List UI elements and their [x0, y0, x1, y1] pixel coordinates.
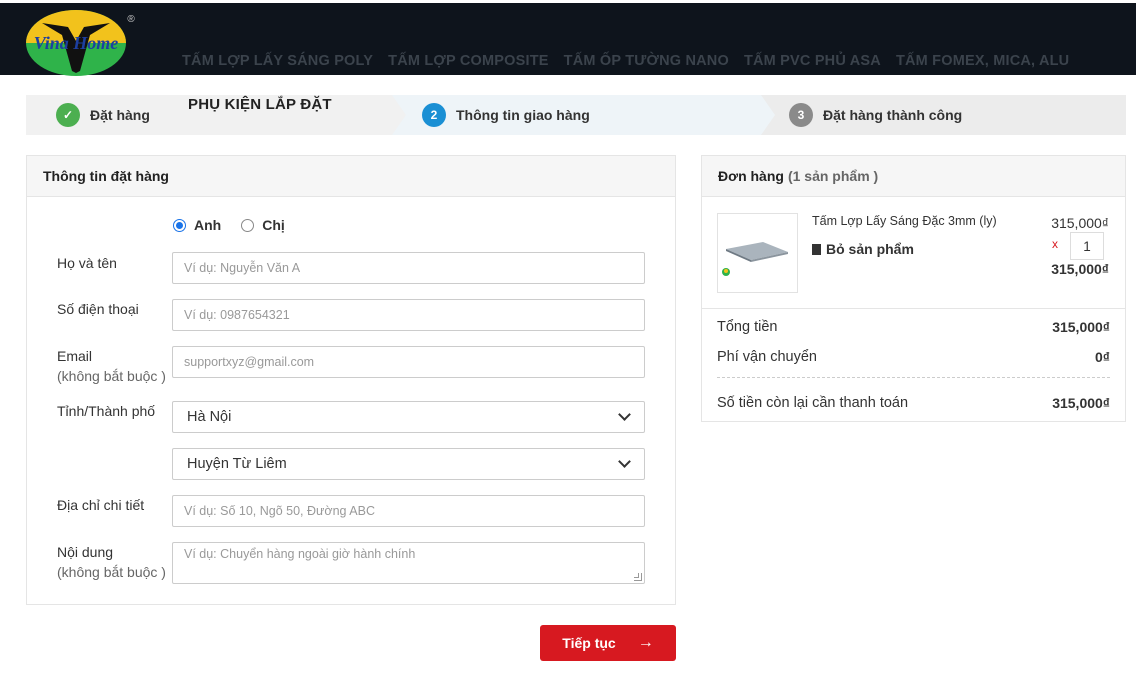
city-select[interactable]: Hà Nội [172, 401, 645, 433]
svg-text:®: ® [127, 14, 135, 25]
remaining-row: Số tiền còn lại cần thanh toán 315,000₫ [717, 395, 1110, 411]
product-image [722, 242, 788, 276]
remove-product-button[interactable]: Bỏ sản phẩm [812, 241, 914, 257]
shipping-label: Phí vận chuyển [717, 349, 817, 365]
dashed-divider [717, 377, 1110, 378]
order-item-count: (1 sản phẩm ) [787, 168, 879, 184]
city-label: Tỉnh/Thành phố [57, 403, 156, 419]
district-select[interactable]: Huyện Từ Liêm [172, 448, 645, 480]
name-input[interactable]: Ví dụ: Nguyễn Văn A [172, 252, 645, 284]
email-label: Email (không bắt buộc ) [57, 346, 166, 386]
address-label: Địa chỉ chi tiết [57, 497, 145, 513]
note-optional-note: (không bắt buộc ) [57, 564, 166, 580]
nav-item-accessories[interactable]: PHỤ KIỆN LẮP ĐẶT [188, 96, 332, 113]
nav-item-poly[interactable]: TẤM LỢP LẤY SÁNG POLY [182, 53, 373, 69]
unit-price: 315,000₫ [1051, 215, 1109, 231]
nav-item-composite[interactable]: TẤM LỢP COMPOSITE [388, 53, 549, 69]
note-label: Nội dung (không bắt buộc ) [57, 542, 166, 582]
summary-divider [702, 308, 1125, 309]
subtotal-row: Tổng tiền 315,000₫ [717, 319, 1110, 335]
step-shipping-label: Thông tin giao hàng [456, 107, 590, 123]
chevron-down-icon [618, 408, 631, 421]
step-order-label: Đặt hàng [90, 107, 150, 123]
continue-button[interactable]: Tiếp tục → [540, 625, 676, 661]
gender-radio-anh[interactable] [173, 218, 186, 232]
district-select-value: Huyện Từ Liêm [187, 456, 287, 472]
chevron-down-icon [618, 455, 631, 468]
continue-label: Tiếp tục [562, 635, 616, 651]
gender-radio-chi[interactable] [241, 218, 255, 232]
step-number-badge: 2 [422, 103, 446, 127]
svg-text:Vina Home: Vina Home [34, 33, 119, 53]
step-number-badge: 3 [789, 103, 813, 127]
nav-item-fomex[interactable]: TẤM FOMEX, MICA, ALU [896, 53, 1069, 69]
step-success: 3 Đặt hàng thành công [761, 95, 1126, 135]
step-success-label: Đặt hàng thành công [823, 107, 963, 123]
order-title-text: Đơn hàng [718, 168, 784, 184]
phone-input[interactable]: Ví dụ: 0987654321 [172, 299, 645, 331]
order-summary: Đơn hàng (1 sản phẩm ) Tấm Lợp Lấy Sáng … [701, 155, 1126, 422]
nav-item-pvc[interactable]: TẤM PVC PHỦ ASA [744, 53, 881, 69]
remove-product-label: Bỏ sản phẩm [826, 241, 914, 257]
step-shipping-info: 2 Thông tin giao hàng [392, 95, 792, 135]
note-textarea[interactable]: Ví dụ: Chuyển hàng ngoài giờ hành chính [172, 542, 645, 584]
main-nav: TẤM LỢP LẤY SÁNG POLY TẤM LỢP COMPOSITE … [182, 53, 1084, 69]
form-title: Thông tin đặt hàng [27, 156, 675, 197]
gender-label-chi: Chị [262, 217, 285, 233]
header-bar: Vina Home ® TẤM LỢP LẤY SÁNG POLY TẤM LỢ… [0, 3, 1136, 77]
name-label: Họ và tên [57, 255, 117, 271]
resize-handle-icon[interactable] [634, 573, 642, 581]
subtotal-value: 315,000₫ [1052, 319, 1110, 335]
shipping-row: Phí vận chuyển 0₫ [717, 349, 1110, 365]
gender-label-anh: Anh [194, 217, 222, 233]
subtotal-label: Tổng tiền [717, 319, 778, 335]
check-icon: ✓ [56, 103, 80, 127]
remaining-label: Số tiền còn lại cần thanh toán [717, 395, 909, 411]
quantity-input[interactable]: 1 [1070, 232, 1104, 260]
arrow-right-icon: → [637, 634, 654, 651]
vina-home-logo[interactable]: Vina Home ® [24, 5, 136, 77]
email-input[interactable]: supportxyz@gmail.com [172, 346, 645, 378]
note-placeholder: Ví dụ: Chuyển hàng ngoài giờ hành chính [184, 547, 416, 561]
gender-radio-group: Anh Chị [173, 217, 285, 233]
address-input[interactable]: Ví dụ: Số 10, Ngõ 50, Đường ABC [172, 495, 645, 527]
trash-icon [812, 243, 821, 255]
line-total: 315,000₫ [1051, 261, 1109, 277]
shipping-value: 0₫ [1095, 349, 1110, 365]
order-title: Đơn hàng (1 sản phẩm ) [702, 156, 1125, 197]
city-select-value: Hà Nội [187, 409, 232, 425]
product-name[interactable]: Tấm Lợp Lấy Sáng Đặc 3mm (ly) [812, 214, 997, 228]
remaining-value: 315,000₫ [1052, 395, 1110, 411]
order-info-form: Thông tin đặt hàng Anh Chị Họ và tên Ví … [26, 155, 676, 605]
note-label-text: Nội dung [57, 544, 114, 560]
email-optional-note: (không bắt buộc ) [57, 368, 166, 384]
phone-label: Số điện thoại [57, 301, 139, 317]
qty-multiplier: x [1052, 237, 1058, 251]
product-thumbnail[interactable] [717, 213, 798, 293]
nav-item-nano[interactable]: TẤM ỐP TƯỜNG NANO [564, 53, 729, 69]
email-label-text: Email [57, 348, 93, 364]
